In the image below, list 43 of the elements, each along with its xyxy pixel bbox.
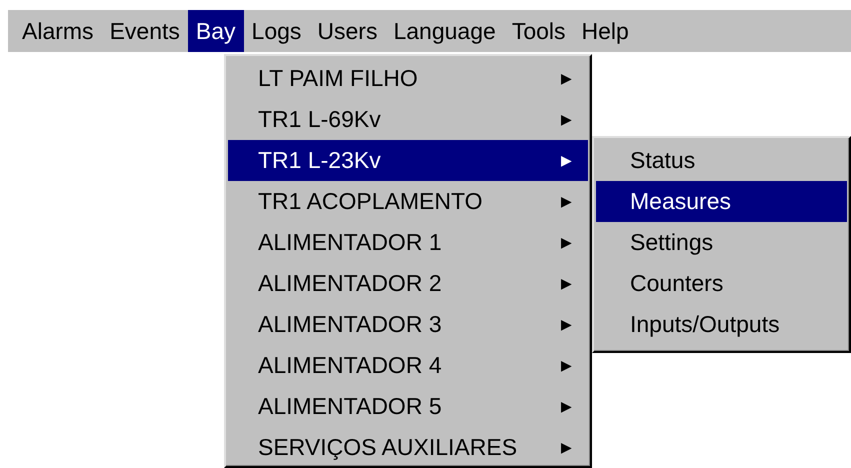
menu-item-label: TR1 ACOPLAMENTO [258,187,483,216]
menu-item[interactable]: Settings [596,222,847,263]
menu-item[interactable]: Bay [188,10,244,52]
submenu-arrow-icon: ▶ [561,396,572,417]
menu-item[interactable]: Alarms [14,10,102,52]
submenu-arrow-icon: ▶ [561,109,572,130]
menu-item[interactable]: Events [102,10,188,52]
menu-item[interactable]: TR1 L-23Kv ▶ [228,140,588,181]
menu-item-label: TR1 L-23Kv [258,146,381,176]
menu-item[interactable]: Tools [504,10,574,52]
menu-item-label: ALIMENTADOR 1 [258,228,442,258]
menu-item[interactable]: LT PAIM FILHO ▶ [228,58,588,99]
menu-item-label: ALIMENTADOR 2 [258,269,442,298]
menu-item[interactable]: TR1 ACOPLAMENTO ▶ [228,181,588,222]
menu-item[interactable]: ALIMENTADOR 1 ▶ [228,222,588,263]
menu-item[interactable]: ALIMENTADOR 3 ▶ [228,304,588,345]
menu-item[interactable]: ALIMENTADOR 4 ▶ [228,345,588,386]
submenu-arrow-icon: ▶ [561,314,572,335]
submenu-arrow-icon: ▶ [561,273,572,294]
menu-item-label: ALIMENTADOR 5 [258,392,442,422]
menu-item[interactable]: Inputs/Outputs [596,304,847,345]
menu-item[interactable]: Measures [596,181,847,222]
menu-item-label: LT PAIM FILHO [258,64,418,94]
menu-item[interactable]: ALIMENTADOR 5 ▶ [228,386,588,427]
menu-item[interactable]: Help [574,10,637,52]
menu-item[interactable]: Counters [596,263,847,304]
menu-item[interactable]: TR1 L-69Kv ▶ [228,99,588,140]
submenu-arrow-icon: ▶ [561,191,572,212]
menu-item[interactable]: Logs [244,10,310,52]
submenu-arrow-icon: ▶ [561,437,572,458]
menu-item[interactable]: Language [385,10,504,52]
submenu-arrow-icon: ▶ [561,68,572,89]
menu-item[interactable]: Status [596,140,847,181]
menu-item-label: SERVIÇOS AUXILIARES [258,433,518,462]
submenu-arrow-icon: ▶ [561,232,572,253]
menu-item[interactable]: SERVIÇOS AUXILIARES ▶ [228,427,588,466]
menu-item[interactable]: Users [309,10,386,52]
menu-item[interactable]: ALIMENTADOR 2 ▶ [228,263,588,304]
menu-item-label: ALIMENTADOR 4 [258,351,442,380]
submenu-arrow-icon: ▶ [561,150,572,171]
submenu-arrow-icon: ▶ [561,355,572,376]
menu-item-label: TR1 L-69Kv [258,105,381,134]
menu-item-label: ALIMENTADOR 3 [258,310,442,340]
